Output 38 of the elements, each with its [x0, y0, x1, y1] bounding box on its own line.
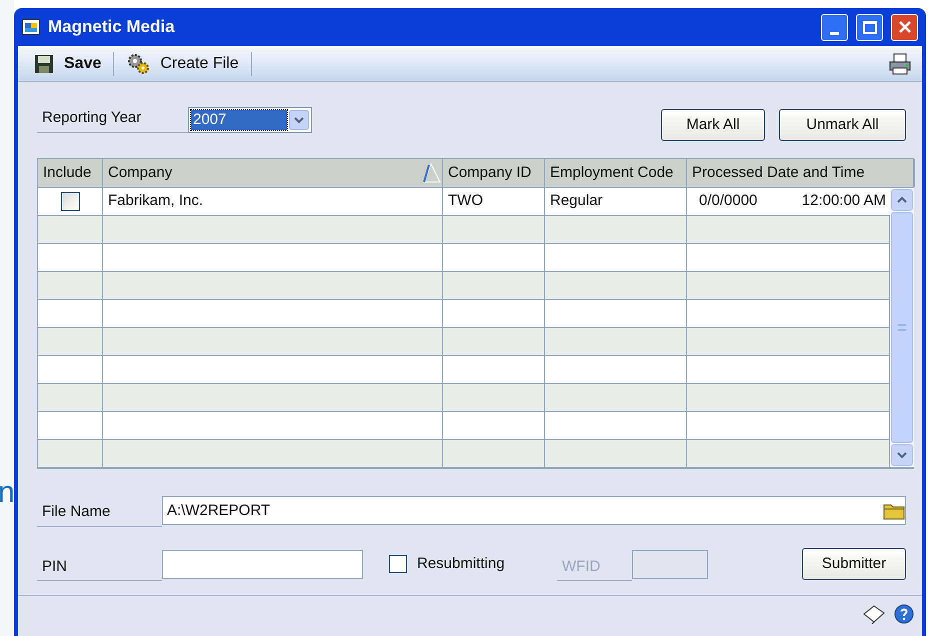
- column-header[interactable]: Employment Code: [550, 162, 674, 184]
- scroll-down-icon[interactable]: [891, 444, 913, 466]
- mark-all-button[interactable]: Mark All: [661, 109, 765, 141]
- window-title: Magnetic Media: [48, 16, 176, 38]
- background-text: n: [0, 475, 15, 511]
- checkbox[interactable]: [60, 192, 80, 211]
- unmark-all-button[interactable]: Unmark All: [779, 109, 906, 141]
- window-icon: [22, 19, 40, 35]
- table-cell-text: TWO: [448, 191, 483, 212]
- printer-icon[interactable]: [888, 52, 912, 74]
- column-header[interactable]: Include: [43, 162, 92, 184]
- column-header[interactable]: Company: [108, 162, 172, 184]
- help-icon[interactable]: [894, 604, 914, 624]
- year-dropdown[interactable]: 2007: [188, 107, 312, 133]
- close-icon: [898, 20, 912, 34]
- note-icon[interactable]: [862, 604, 886, 624]
- checkbox[interactable]: [389, 555, 407, 574]
- checkbox-label: Resubmitting: [417, 554, 506, 574]
- table-cell-text: Regular: [550, 191, 603, 212]
- close-button[interactable]: [891, 14, 918, 40]
- save-button[interactable]: Save: [28, 50, 108, 78]
- submitter-button[interactable]: Submitter: [802, 548, 906, 580]
- maximize-button[interactable]: [856, 14, 883, 40]
- sort-icon[interactable]: [420, 162, 442, 184]
- column-header[interactable]: Processed Date and Time: [692, 162, 865, 184]
- table-cell-text: 0/0/0000: [699, 191, 758, 212]
- create-file-button[interactable]: Create File: [120, 50, 245, 78]
- scroll-up-icon[interactable]: [891, 189, 913, 211]
- vertical-scrollbar[interactable]: [890, 188, 914, 467]
- pin-field[interactable]: [162, 550, 363, 579]
- table-cell-text: Fabrikam, Inc.: [108, 191, 204, 212]
- file-name-field[interactable]: A:\W2REPORT: [162, 496, 906, 526]
- scroll-thumb[interactable]: [891, 212, 913, 443]
- table-cell-text: 12:00:00 AM: [802, 191, 886, 212]
- minimize-button[interactable]: [821, 14, 848, 40]
- gears-icon: [126, 52, 150, 74]
- column-header[interactable]: Company ID: [448, 162, 532, 184]
- folder-icon[interactable]: [883, 502, 905, 520]
